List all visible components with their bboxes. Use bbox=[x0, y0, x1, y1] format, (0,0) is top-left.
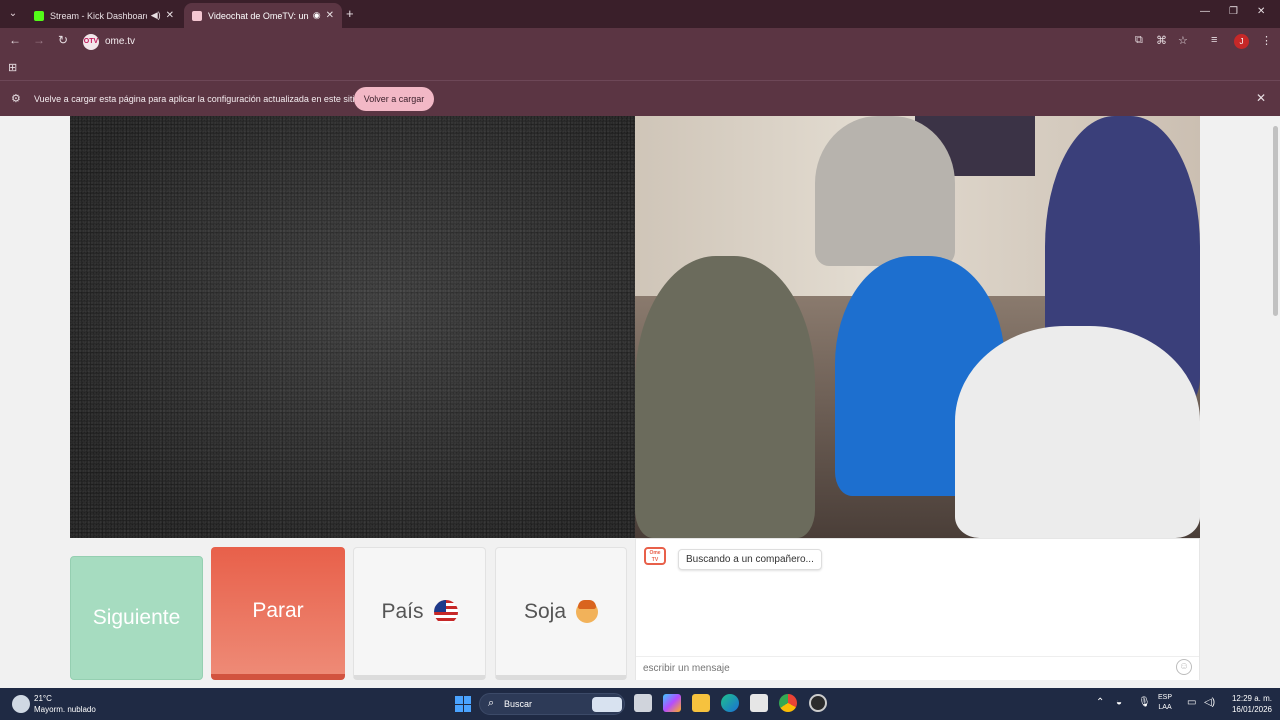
windows-start-icon[interactable] bbox=[455, 696, 471, 712]
kick-favicon-icon bbox=[34, 10, 44, 21]
task-view-icon[interactable] bbox=[634, 694, 652, 712]
lang-code: ESP bbox=[1158, 694, 1173, 701]
input-language[interactable]: ESP LAA bbox=[1158, 693, 1172, 713]
tab-title: Videochat de OmeTV: una bbox=[208, 10, 309, 21]
weather-cloud-icon[interactable] bbox=[12, 695, 30, 713]
ometv-favicon-icon bbox=[192, 10, 202, 21]
chat-message-input[interactable] bbox=[636, 656, 1199, 680]
stop-button-label: Parar bbox=[252, 598, 304, 622]
video-person bbox=[635, 256, 815, 538]
bookmark-star-icon[interactable]: ☆ bbox=[1178, 34, 1188, 47]
tab-recording-icon[interactable]: ◉ bbox=[313, 10, 321, 21]
us-flag-icon bbox=[433, 599, 458, 624]
more-menu-icon[interactable]: ⋮ bbox=[1261, 34, 1272, 47]
file-explorer-icon[interactable] bbox=[692, 694, 710, 712]
ometv-logo-icon: Ome TV bbox=[644, 547, 666, 565]
tray-app-icon[interactable]: ◒ bbox=[1116, 697, 1122, 708]
new-tab-icon[interactable]: + bbox=[346, 6, 354, 21]
partner-video bbox=[635, 116, 1200, 538]
restore-icon[interactable]: ❐ bbox=[1229, 6, 1238, 17]
site-info-icon[interactable]: OTV bbox=[83, 34, 99, 50]
video-person bbox=[815, 116, 955, 266]
close-tab-icon[interactable]: ✕ bbox=[166, 10, 174, 21]
chat-status-message: Buscando a un compañero... bbox=[678, 549, 822, 570]
clock-time: 12:29 a. m. bbox=[1231, 694, 1272, 703]
boy-face-icon bbox=[576, 599, 599, 623]
volume-icon[interactable]: ◁) bbox=[1204, 697, 1215, 708]
search-icon: ⌕ bbox=[488, 697, 495, 709]
back-icon[interactable]: ← bbox=[7, 33, 23, 47]
country-button[interactable]: País bbox=[353, 547, 486, 680]
tab-search-icon[interactable]: ⌄ bbox=[4, 5, 22, 23]
forward-icon[interactable]: → bbox=[31, 33, 47, 47]
reload-icon[interactable]: ↻ bbox=[55, 33, 71, 47]
taskbar-clock[interactable]: 12:29 a. m. 16/01/2026 bbox=[1224, 693, 1272, 715]
gender-button[interactable]: Soja bbox=[495, 547, 627, 680]
tab-strip: ⌄ Stream - Kick Dashboard ◀) ✕ Videochat… bbox=[0, 0, 1280, 28]
stop-button[interactable]: Parar bbox=[211, 547, 345, 680]
chat-panel: Ome TV Buscando a un compañero... ☺ bbox=[635, 538, 1200, 680]
weather-temperature[interactable]: 21°C bbox=[34, 694, 52, 703]
tab-kick-dashboard[interactable]: Stream - Kick Dashboard ◀) ✕ bbox=[26, 3, 182, 28]
infobar-message: Vuelve a cargar esta página para aplicar… bbox=[34, 94, 360, 104]
video-person bbox=[955, 326, 1200, 538]
tab-ometv[interactable]: Videochat de OmeTV: una ◉ ✕ bbox=[184, 3, 342, 28]
tab-title: Stream - Kick Dashboard bbox=[50, 10, 147, 21]
cast-icon[interactable]: ⧉ bbox=[1135, 34, 1143, 47]
reload-infobar: ⚙ Vuelve a cargar esta página para aplic… bbox=[0, 80, 1280, 116]
gender-button-label: Soja bbox=[523, 599, 567, 623]
tray-expand-icon[interactable]: ⌃ bbox=[1096, 697, 1104, 708]
weather-description[interactable]: Mayorm. nublado bbox=[34, 705, 96, 714]
settings-gear-icon: ⚙ bbox=[11, 93, 21, 105]
address-bar[interactable]: ome.tv bbox=[105, 36, 135, 47]
media-control-icon[interactable]: ≡ bbox=[1211, 34, 1217, 46]
ometv-page: Siguiente Parar País Soja Ome TV Buscand… bbox=[0, 116, 1280, 688]
tab-audio-icon[interactable]: ◀) bbox=[151, 10, 161, 21]
infobar-close-icon[interactable]: ✕ bbox=[1256, 91, 1266, 105]
emoji-picker-icon[interactable]: ☺ bbox=[1176, 659, 1192, 675]
chrome-icon[interactable] bbox=[779, 694, 797, 712]
taskbar-search[interactable]: ⌕ Buscar bbox=[479, 693, 625, 715]
minimize-icon[interactable]: — bbox=[1200, 6, 1210, 17]
profile-avatar[interactable]: J bbox=[1234, 34, 1249, 49]
search-label: Buscar bbox=[504, 699, 533, 709]
clock-date: 16/01/2026 bbox=[1231, 705, 1272, 714]
edge-icon[interactable] bbox=[721, 694, 739, 712]
country-button-label: País bbox=[381, 599, 424, 623]
network-icon[interactable]: ▭ bbox=[1187, 697, 1196, 708]
close-tab-icon[interactable]: ✕ bbox=[326, 10, 334, 21]
reload-page-button[interactable]: Volver a cargar bbox=[354, 87, 434, 111]
window-close-icon[interactable]: ✕ bbox=[1257, 6, 1265, 17]
page-scrollbar-thumb[interactable] bbox=[1273, 126, 1278, 316]
microphone-icon[interactable]: 🎙 bbox=[1138, 697, 1151, 708]
copilot-icon[interactable] bbox=[663, 694, 681, 712]
lang-layout: LAA bbox=[1158, 704, 1172, 711]
address-toolbar: ← → ↻ OTV ome.tv ⧉ ⌘ ☆ ≡ J ⋮ bbox=[0, 28, 1280, 56]
store-icon[interactable] bbox=[750, 694, 768, 712]
own-camera-video bbox=[70, 116, 635, 538]
windows-taskbar: 21°C Mayorm. nublado ⌕ Buscar ⌃ ◒ 🎙 ESP … bbox=[0, 688, 1280, 720]
next-button[interactable]: Siguiente bbox=[70, 556, 203, 680]
apps-grid-icon[interactable]: ⊞ bbox=[8, 61, 17, 74]
search-highlight-icon bbox=[592, 697, 622, 712]
next-button-label: Siguiente bbox=[92, 606, 181, 629]
bookmarks-bar: ⊞ bbox=[0, 56, 1280, 80]
obs-icon[interactable] bbox=[809, 694, 827, 712]
translate-icon[interactable]: ⌘ bbox=[1156, 34, 1167, 47]
